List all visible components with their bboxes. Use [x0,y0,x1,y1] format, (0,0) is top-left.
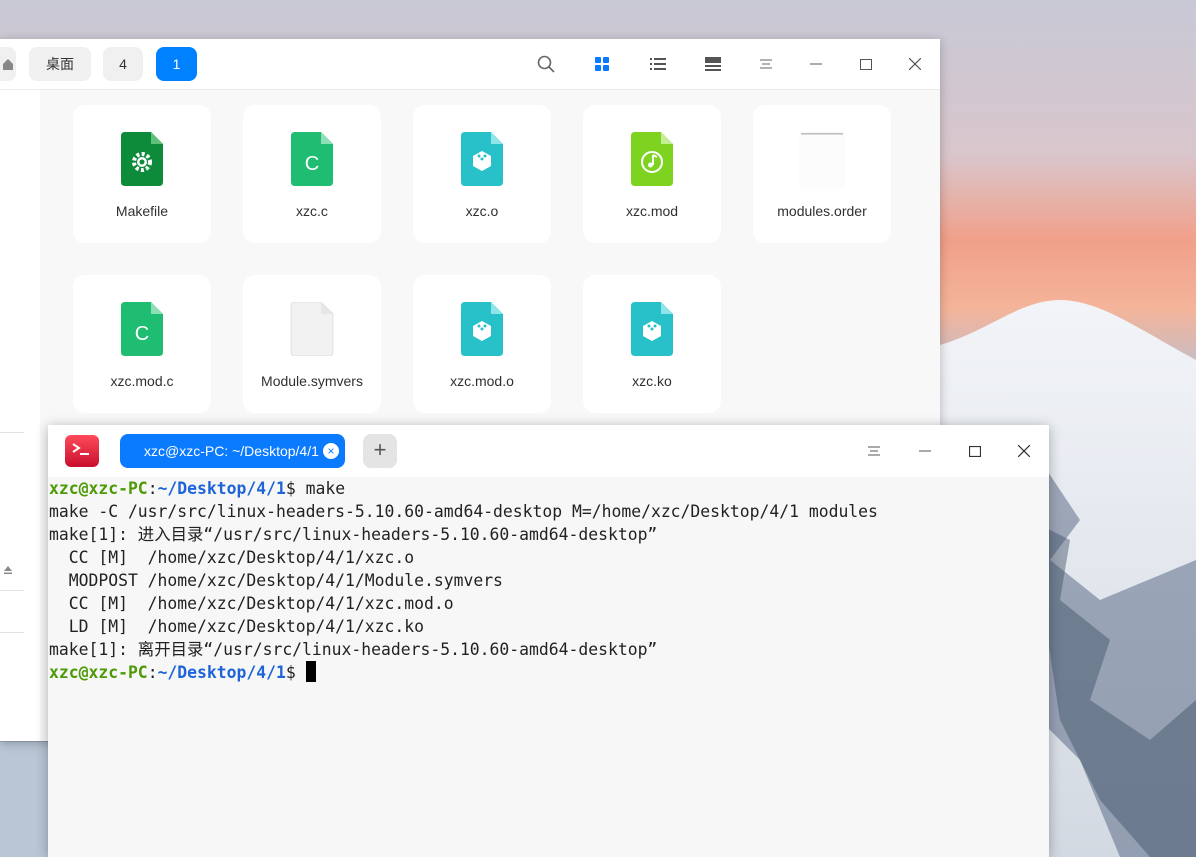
maximize-icon[interactable] [854,52,878,76]
output-line: make[1]: 进入目录“/usr/src/linux-headers-5.1… [49,525,658,544]
terminal-tab[interactable]: xzc@xzc-PC: ~/Desktop/4/1 × [120,434,345,468]
eject-icon[interactable] [3,562,13,574]
detail-view-icon[interactable] [701,52,725,76]
svg-text:C: C [135,323,149,345]
menu-icon[interactable] [754,52,778,76]
output-line: make -C /usr/src/linux-headers-5.10.60-a… [49,502,878,521]
file-item-xzc-c[interactable]: C xzc.c [243,105,381,243]
file-item-makefile[interactable]: Makefile [73,105,211,243]
text-cursor [305,661,316,682]
prompt-user: xzc@xzc-PC [49,663,148,682]
minimize-icon[interactable] [913,439,937,463]
makefile-gear-icon [121,132,163,186]
text-file-icon [799,131,845,189]
file-item-xzc-o[interactable]: xzc.o [413,105,551,243]
prompt-path: ~/Desktop/4/1 [157,663,286,682]
prompt-user: xzc@xzc-PC [49,479,148,498]
file-manager-sidebar [0,90,40,741]
new-tab-button[interactable]: + [363,434,397,468]
breadcrumb-4[interactable]: 4 [103,47,143,81]
terminal-window: xzc@xzc-PC: ~/Desktop/4/1 × + xzc@xzc-PC… [48,425,1049,857]
home-icon[interactable] [0,47,16,81]
object-file-icon [631,302,673,356]
output-line: MODPOST /home/xzc/Desktop/4/1/Module.sym… [49,571,503,590]
file-name: xzc.c [296,203,328,219]
prompt-dollar: $ [285,663,306,682]
terminal-app-icon [65,435,99,467]
file-name: xzc.ko [632,373,672,389]
prompt-separator: : [147,479,158,498]
sidebar-divider [0,432,24,433]
prompt-line: xzc@xzc-PC:~/Desktop/4/1$ [48,661,1049,684]
file-name: Module.symvers [261,373,363,389]
output-line: make[1]: 离开目录“/usr/src/linux-headers-5.1… [49,640,658,659]
prompt-separator: : [147,663,158,682]
svg-text:C: C [305,153,319,175]
breadcrumb-1[interactable]: 1 [156,47,197,81]
terminal-output[interactable]: xzc@xzc-PC:~/Desktop/4/1$ make make -C /… [48,477,1049,857]
file-name: xzc.mod.o [450,373,514,389]
file-item-module-symvers[interactable]: Module.symvers [243,275,381,413]
audio-file-icon [631,132,673,186]
minimize-icon[interactable] [804,52,828,76]
sidebar-divider [0,590,24,591]
prompt-dollar: $ [285,479,306,498]
breadcrumb-desktop[interactable]: 桌面 [29,47,91,81]
file-name: xzc.mod.c [110,373,174,389]
prompt-path: ~/Desktop/4/1 [157,479,286,498]
object-file-icon [461,302,503,356]
icon-view-icon[interactable] [590,52,614,76]
terminal-tab-title: xzc@xzc-PC: ~/Desktop/4/1 [144,443,319,459]
object-file-icon [461,132,503,186]
output-line: LD [M] /home/xzc/Desktop/4/1/xzc.ko [49,617,424,636]
list-view-icon[interactable] [646,52,670,76]
close-icon[interactable] [903,52,927,76]
file-name: modules.order [777,203,867,219]
blank-file-icon [290,302,334,356]
terminal-titlebar: xzc@xzc-PC: ~/Desktop/4/1 × + [48,425,1049,477]
prompt-line: xzc@xzc-PC:~/Desktop/4/1$ make [48,477,1049,500]
file-item-xzc-mod-c[interactable]: C xzc.mod.c [73,275,211,413]
file-item-modules-order[interactable]: modules.order [753,105,891,243]
c-source-icon: C [291,132,333,186]
file-manager-titlebar: 桌面 4 1 [0,39,940,90]
close-icon[interactable] [1012,439,1036,463]
sidebar-divider [0,632,24,633]
file-name: xzc.mod [625,203,679,219]
file-item-xzc-mod-o[interactable]: xzc.mod.o [413,275,551,413]
maximize-icon[interactable] [963,439,987,463]
c-source-icon: C [121,302,163,356]
command-text: make [305,479,346,498]
file-name: Makefile [115,203,169,219]
file-item-xzc-mod[interactable]: xzc.mod [583,105,721,243]
file-item-xzc-ko[interactable]: xzc.ko [583,275,721,413]
file-name: xzc.o [465,203,499,219]
output-line: CC [M] /home/xzc/Desktop/4/1/xzc.o [49,548,415,567]
tab-close-icon[interactable]: × [323,443,339,459]
output-line: CC [M] /home/xzc/Desktop/4/1/xzc.mod.o [49,594,454,613]
search-icon[interactable] [534,52,558,76]
menu-icon[interactable] [862,439,886,463]
